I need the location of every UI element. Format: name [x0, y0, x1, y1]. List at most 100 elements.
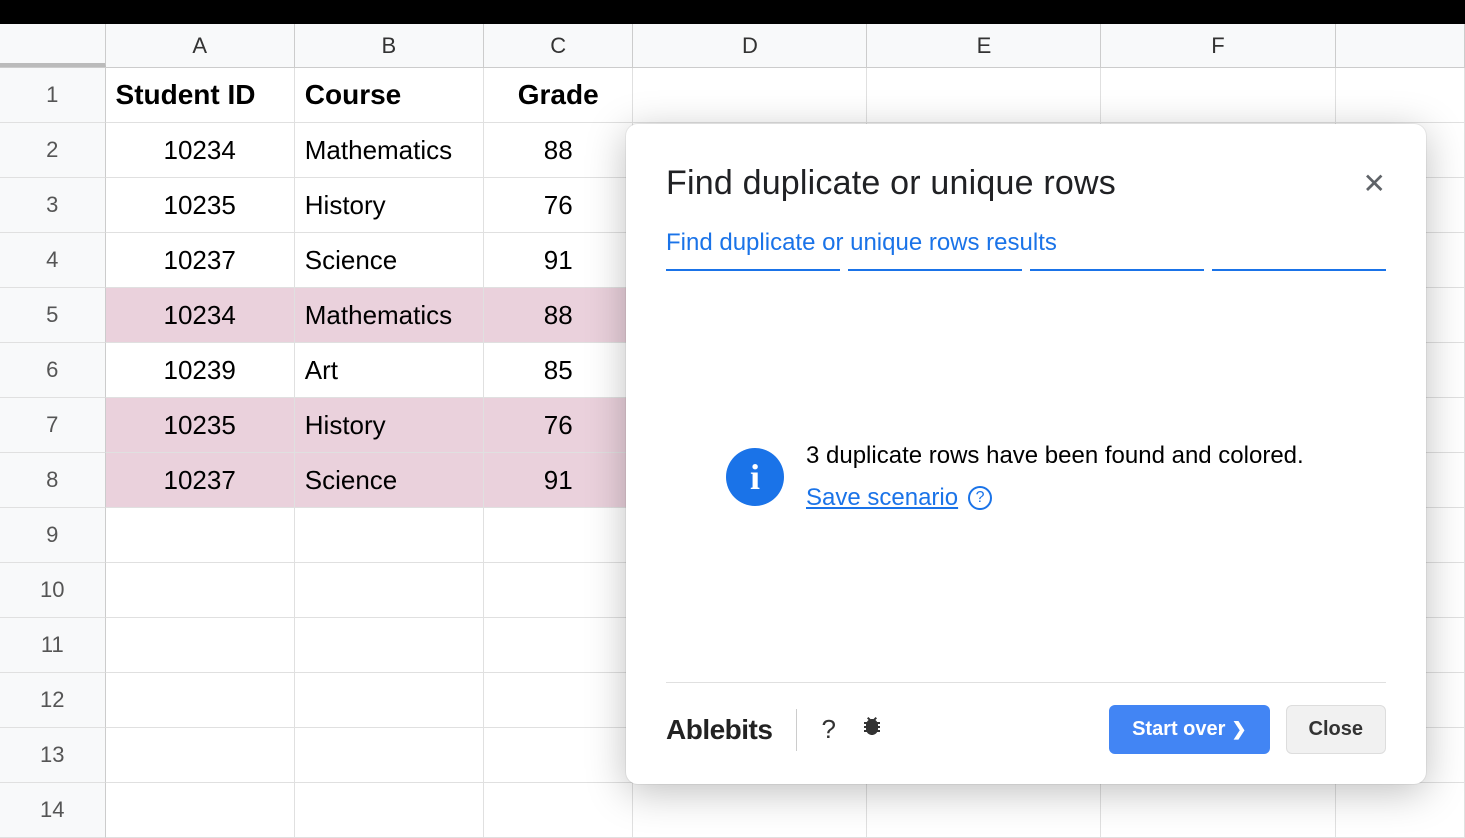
cell-B[interactable]: [295, 618, 484, 673]
cell-G[interactable]: [1336, 68, 1465, 123]
save-scenario-link[interactable]: Save scenario: [806, 484, 958, 512]
cell-A[interactable]: 10237: [106, 453, 295, 508]
cell-C[interactable]: 85: [484, 343, 633, 398]
cell-C[interactable]: Grade: [484, 68, 633, 123]
row-header[interactable]: 1: [0, 68, 106, 123]
cell-A[interactable]: [106, 563, 295, 618]
col-header-G[interactable]: [1336, 24, 1465, 67]
start-over-button[interactable]: Start over ❯: [1109, 705, 1269, 754]
cell-A[interactable]: 10235: [106, 178, 295, 233]
cell-A[interactable]: [106, 673, 295, 728]
row-header[interactable]: 12: [0, 673, 106, 728]
cell-A[interactable]: 10237: [106, 233, 295, 288]
cell-A[interactable]: Student ID: [106, 68, 295, 123]
row-header[interactable]: 8: [0, 453, 106, 508]
result-message: 3 duplicate rows have been found and col…: [806, 442, 1304, 470]
cell-D[interactable]: [633, 68, 867, 123]
row-header[interactable]: 6: [0, 343, 106, 398]
cell-B[interactable]: Mathematics: [295, 123, 484, 178]
cell-D[interactable]: [633, 783, 867, 838]
cell-E[interactable]: [867, 68, 1101, 123]
footer-left: Ablebits ?: [666, 709, 884, 751]
cell-C[interactable]: 76: [484, 398, 633, 453]
row-header[interactable]: 3: [0, 178, 106, 233]
col-header-D[interactable]: D: [633, 24, 867, 67]
col-header-B[interactable]: B: [295, 24, 484, 67]
find-duplicates-dialog: Find duplicate or unique rows ✕ Find dup…: [626, 124, 1426, 784]
cell-C[interactable]: 88: [484, 123, 633, 178]
cell-C[interactable]: [484, 508, 633, 563]
footer-divider: [796, 709, 797, 751]
cell-B[interactable]: Course: [295, 68, 484, 123]
row-header[interactable]: 5: [0, 288, 106, 343]
cell-C[interactable]: 91: [484, 453, 633, 508]
col-header-F[interactable]: F: [1101, 24, 1335, 67]
cell-A[interactable]: 10234: [106, 288, 295, 343]
cell-A[interactable]: [106, 783, 295, 838]
row-header[interactable]: 11: [0, 618, 106, 673]
footer-help-icon[interactable]: ?: [821, 714, 835, 745]
dialog-subtitle: Find duplicate or unique rows results: [666, 229, 1386, 257]
col-header-C[interactable]: C: [484, 24, 633, 67]
top-black-bar: [0, 0, 1465, 24]
cell-B[interactable]: [295, 728, 484, 783]
row-header[interactable]: 10: [0, 563, 106, 618]
row-header[interactable]: 14: [0, 783, 106, 838]
cell-A[interactable]: [106, 508, 295, 563]
select-all-corner[interactable]: [0, 24, 106, 67]
dialog-header: Find duplicate or unique rows ✕: [666, 164, 1386, 203]
row-header[interactable]: 2: [0, 123, 106, 178]
brand-logo: Ablebits: [666, 714, 772, 746]
cell-C[interactable]: 76: [484, 178, 633, 233]
close-button[interactable]: Close: [1286, 705, 1386, 754]
start-over-label: Start over: [1132, 718, 1225, 741]
col-header-A[interactable]: A: [106, 24, 295, 67]
cell-C[interactable]: [484, 728, 633, 783]
cell-A[interactable]: 10239: [106, 343, 295, 398]
cell-B[interactable]: [295, 783, 484, 838]
cell-E[interactable]: [867, 783, 1101, 838]
result-text-block: 3 duplicate rows have been found and col…: [806, 442, 1304, 512]
cell-B[interactable]: [295, 673, 484, 728]
cell-C[interactable]: 88: [484, 288, 633, 343]
col-header-E[interactable]: E: [867, 24, 1101, 67]
cell-B[interactable]: History: [295, 398, 484, 453]
cell-B[interactable]: Mathematics: [295, 288, 484, 343]
cell-B[interactable]: [295, 508, 484, 563]
info-icon: i: [726, 448, 784, 506]
cell-A[interactable]: 10235: [106, 398, 295, 453]
cell-F[interactable]: [1101, 783, 1335, 838]
cell-A[interactable]: [106, 618, 295, 673]
cell-B[interactable]: Science: [295, 453, 484, 508]
table-row: 1Student IDCourseGrade: [0, 68, 1465, 123]
cell-B[interactable]: [295, 563, 484, 618]
save-scenario-row: Save scenario ?: [806, 484, 1304, 512]
close-icon[interactable]: ✕: [1363, 167, 1386, 200]
step-line: [848, 269, 1022, 271]
help-icon[interactable]: ?: [968, 486, 992, 510]
cell-C[interactable]: [484, 673, 633, 728]
cell-A[interactable]: [106, 728, 295, 783]
row-header[interactable]: 7: [0, 398, 106, 453]
row-header[interactable]: 13: [0, 728, 106, 783]
cell-C[interactable]: [484, 618, 633, 673]
cell-C[interactable]: 91: [484, 233, 633, 288]
dialog-title: Find duplicate or unique rows: [666, 164, 1116, 203]
cell-A[interactable]: 10234: [106, 123, 295, 178]
cell-B[interactable]: Art: [295, 343, 484, 398]
bug-icon[interactable]: [860, 714, 884, 745]
cell-F[interactable]: [1101, 68, 1335, 123]
result-area: i 3 duplicate rows have been found and c…: [666, 311, 1386, 642]
row-header[interactable]: 9: [0, 508, 106, 563]
cell-B[interactable]: History: [295, 178, 484, 233]
step-line: [1030, 269, 1204, 271]
table-row: 14: [0, 783, 1465, 838]
chevron-right-icon: ❯: [1231, 719, 1246, 740]
cell-C[interactable]: [484, 563, 633, 618]
dialog-footer: Ablebits ? Start over ❯ Close: [666, 682, 1386, 754]
cell-C[interactable]: [484, 783, 633, 838]
cell-G[interactable]: [1336, 783, 1465, 838]
column-headers-row: A B C D E F: [0, 24, 1465, 68]
row-header[interactable]: 4: [0, 233, 106, 288]
cell-B[interactable]: Science: [295, 233, 484, 288]
